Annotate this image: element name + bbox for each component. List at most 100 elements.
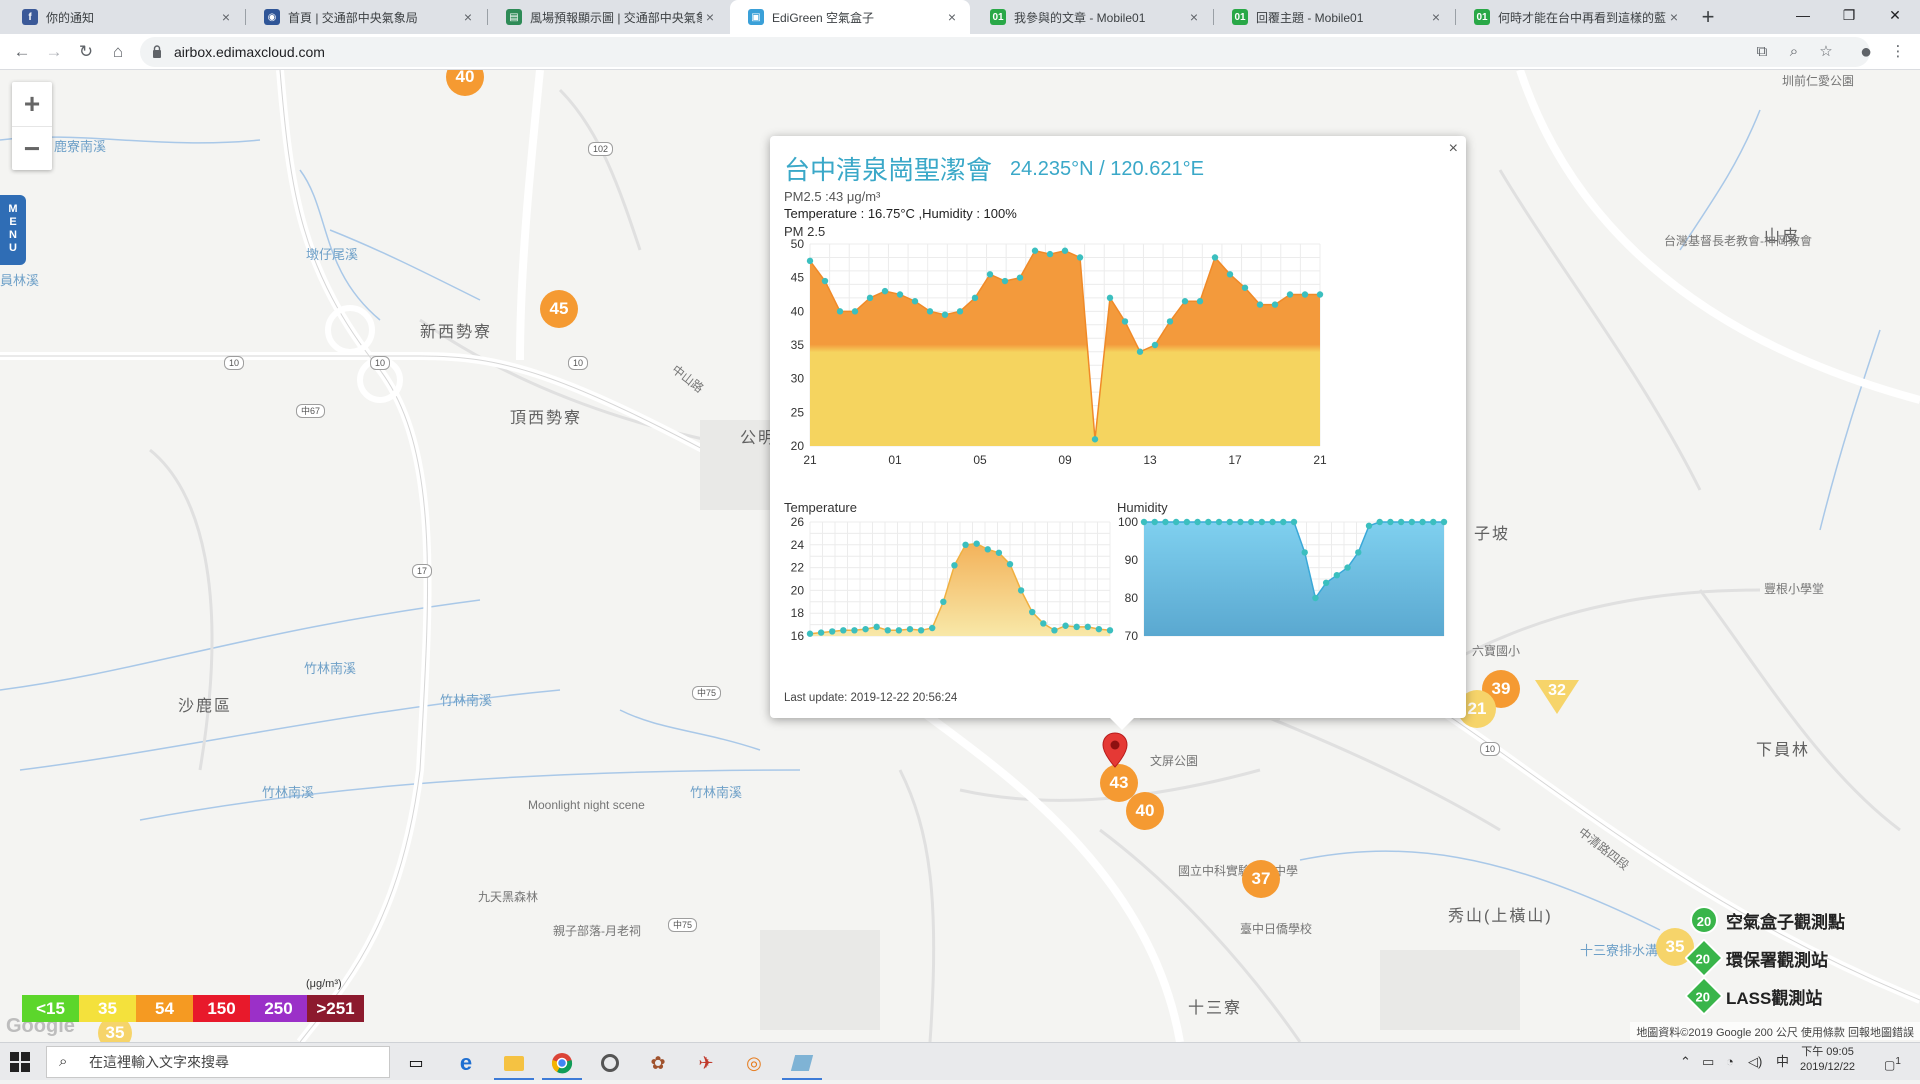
data-point: [1031, 247, 1039, 254]
close-window-button[interactable]: ✕: [1872, 0, 1918, 30]
map-label-poi: 國立中科實驗高級中學: [1178, 864, 1299, 878]
map-label-big: 新西勢寮: [420, 324, 493, 341]
profile-icon[interactable]: ●: [1852, 38, 1880, 66]
map-label-big: 子坡: [1474, 526, 1511, 543]
data-point: [1076, 254, 1084, 261]
lass-triangle-marker[interactable]: 32: [1535, 680, 1579, 714]
taskbar-clock[interactable]: 下午 09:05 2019/12/22: [1800, 1045, 1855, 1075]
data-point: [1333, 572, 1341, 579]
ime-indicator[interactable]: 中: [1776, 1043, 1789, 1081]
map-label-poi: 文屏公園: [1150, 754, 1199, 768]
data-point: [1419, 518, 1426, 526]
tab-close-icon[interactable]: ×: [1428, 9, 1444, 25]
map-pin-icon[interactable]: [1102, 732, 1128, 768]
road-shield: 17: [412, 564, 433, 578]
map-attribution[interactable]: 地圖資料©2019 Google 200 公尺 使用條款 回報地圖錯誤: [1630, 1022, 1920, 1040]
app-icon-5[interactable]: [780, 1046, 824, 1080]
data-point: [1322, 579, 1330, 586]
volume-icon[interactable]: ◁): [1748, 1043, 1762, 1081]
airbox-marker[interactable]: 40: [1126, 792, 1164, 830]
tab-close-icon[interactable]: ×: [702, 9, 718, 25]
home-icon[interactable]: ⌂: [104, 38, 132, 66]
data-point: [906, 625, 914, 633]
taskbar-search[interactable]: ⌕ 在這裡輸入文字來搜尋: [46, 1046, 390, 1078]
tab-favicon-icon: f: [22, 9, 38, 25]
pm25-chart[interactable]: 20 25 30 35 40 45 50 21 01 05 09 13 17 21: [770, 238, 1466, 478]
map-label-big: 沙鹿區: [178, 698, 233, 715]
task-view-icon[interactable]: ▭: [394, 1046, 438, 1080]
station-legend: 20 空氣盒子觀測點 20 環保署觀測站 20 LASS觀測站: [1660, 900, 1900, 1016]
x-tick-label: 13: [1143, 453, 1157, 467]
chrome-icon[interactable]: [540, 1046, 584, 1080]
bookmark-star-icon[interactable]: ☆: [1812, 38, 1840, 66]
forward-icon[interactable]: →: [40, 38, 68, 66]
battery-icon[interactable]: ▭: [1702, 1043, 1714, 1081]
map-label-poi: 九天黑森林: [478, 890, 539, 904]
browser-tab[interactable]: ▣ EdiGreen 空氣盒子 ×: [730, 0, 970, 34]
y-tick-label: 45: [791, 271, 805, 285]
zoom-icon[interactable]: ⌕: [1780, 38, 1808, 66]
zoom-out-button[interactable]: −: [12, 126, 52, 170]
data-point: [1029, 608, 1036, 616]
app-icon-3[interactable]: ✈: [684, 1046, 728, 1080]
menu-tab[interactable]: MENU: [0, 195, 26, 265]
browser-tab[interactable]: f 你的通知 ×: [4, 0, 244, 34]
data-point: [1006, 560, 1014, 568]
browser-tab[interactable]: ◉ 首頁 | 交通部中央氣象局 ×: [246, 0, 486, 34]
translate-icon[interactable]: ⧉: [1748, 38, 1776, 66]
data-point: [995, 549, 1003, 556]
tab-close-icon[interactable]: ×: [460, 9, 476, 25]
restore-button[interactable]: ❐: [1826, 0, 1872, 30]
reload-icon[interactable]: ↻: [72, 38, 100, 66]
pm25-reading: PM2.5 :43 μg/m³: [784, 189, 881, 204]
zoom-in-button[interactable]: +: [12, 82, 52, 126]
tab-close-icon[interactable]: ×: [944, 9, 960, 25]
data-point: [1237, 518, 1244, 526]
minimize-button[interactable]: —: [1780, 0, 1826, 30]
data-point: [1084, 623, 1091, 631]
humidity-chart-label: Humidity: [1117, 500, 1168, 515]
windows-start-icon[interactable]: [10, 1052, 30, 1072]
wifi-icon[interactable]: ◔: [1726, 1043, 1734, 1081]
tab-close-icon[interactable]: ×: [1666, 9, 1682, 25]
menu-kebab-icon[interactable]: ⋮: [1884, 38, 1912, 66]
data-point: [1040, 620, 1047, 627]
humidity-chart[interactable]: 70 80 90 100: [1104, 516, 1454, 646]
tab-close-icon[interactable]: ×: [218, 9, 234, 25]
station-title: 台中清泉崗聖潔會: [784, 155, 993, 185]
map-canvas[interactable]: 新西勢寮 頂西勢寮 沙鹿區 秀山(上橫山) 十三寮 山皮 下員林 竹林南溪 竹林南溪 竹林南溪 竹林…: [0, 70, 1920, 1042]
app-icon-2[interactable]: ✿: [636, 1046, 680, 1080]
airbox-marker[interactable]: 37: [1242, 860, 1280, 898]
airbox-marker[interactable]: 45: [540, 290, 578, 328]
address-bar[interactable]: airbox.edimaxcloud.com: [140, 37, 1870, 67]
data-point: [1430, 518, 1437, 526]
map-label-big: 秀山(上橫山): [1448, 908, 1553, 925]
map-label-big: 十三寮: [1188, 1000, 1243, 1017]
browser-tab[interactable]: ▤ 風場預報顯示圖 | 交通部中央氣象局 ×: [488, 0, 728, 34]
temperature-chart[interactable]: 16 18 20 22 24 26: [770, 516, 1120, 646]
new-tab-button[interactable]: +: [1694, 4, 1722, 30]
browser-tab[interactable]: 01 回覆主題 - Mobile01 ×: [1214, 0, 1454, 34]
data-point: [896, 291, 904, 298]
taskbar-search-placeholder: 在這裡輸入文字來搜尋: [89, 1054, 229, 1070]
y-tick-label: 90: [1125, 553, 1139, 567]
tab-close-icon[interactable]: ×: [1186, 9, 1202, 25]
data-point: [1073, 623, 1080, 631]
notification-center-icon[interactable]: ▢1: [1884, 1043, 1901, 1081]
browser-tab[interactable]: 01 我參與的文章 - Mobile01 ×: [972, 0, 1212, 34]
station-info-popup: × 台中清泉崗聖潔會 24.235°N / 120.621°E PM2.5 :4…: [770, 136, 1466, 718]
data-point: [940, 598, 947, 605]
map-label-poi: 豐根小學堂: [1764, 582, 1825, 596]
app-icon-4[interactable]: ◎: [732, 1046, 776, 1080]
back-icon[interactable]: ←: [8, 38, 36, 66]
app-icon-1[interactable]: [588, 1046, 632, 1080]
data-point: [1256, 301, 1264, 308]
browser-tab[interactable]: 01 何時才能在台中再看到這樣的藍天 ×: [1456, 0, 1692, 34]
tab-favicon-icon: 01: [1232, 9, 1248, 25]
edge-icon[interactable]: e: [444, 1046, 488, 1080]
tray-chevron-icon[interactable]: ⌃: [1680, 1043, 1691, 1081]
last-update: Last update: 2019-12-22 20:56:24: [784, 692, 958, 704]
file-explorer-icon[interactable]: [492, 1046, 536, 1080]
popup-close-button[interactable]: ×: [1449, 140, 1458, 158]
map-label-water: 鹿寮南溪: [54, 139, 107, 154]
